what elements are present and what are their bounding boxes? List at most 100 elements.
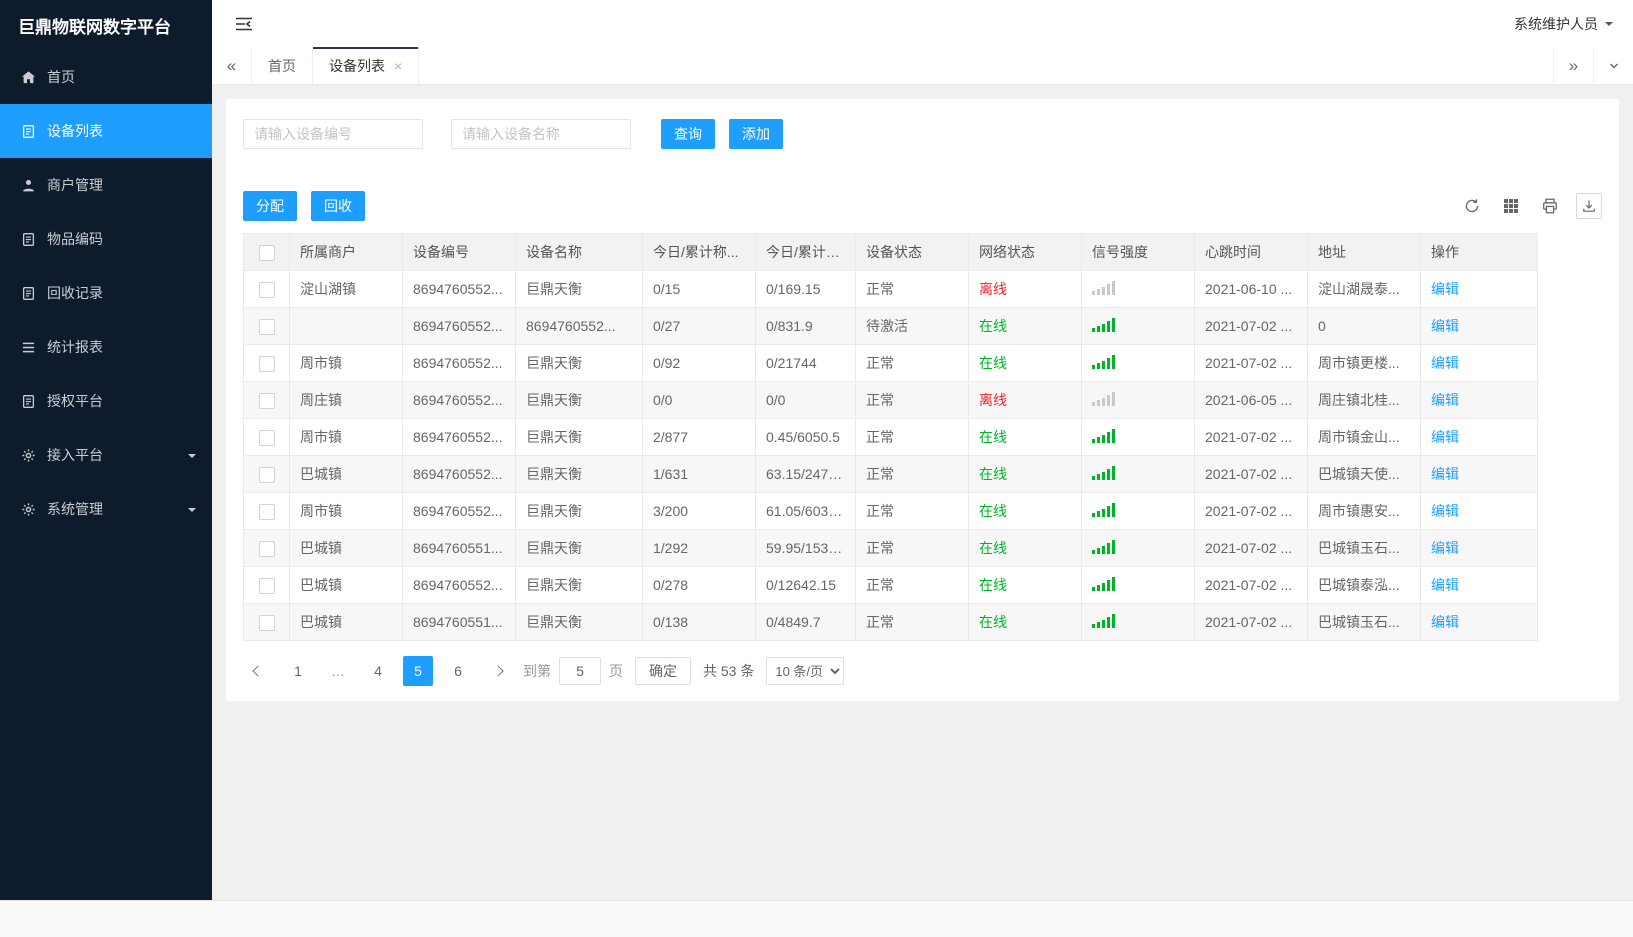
cell-merchant: 巴城镇	[289, 455, 403, 493]
row-checkbox[interactable]	[258, 466, 275, 483]
signal-strength-icon	[1092, 576, 1115, 591]
page-jump-input[interactable]	[559, 657, 601, 685]
user-menu[interactable]: 系统维护人员	[1514, 14, 1613, 34]
query-button[interactable]: 查询	[661, 119, 715, 149]
signal-strength-icon	[1092, 280, 1115, 295]
cell-today-weight: 0/169.15	[755, 270, 856, 308]
cell-signal	[1081, 344, 1195, 382]
record-document-icon	[20, 285, 36, 301]
assign-button[interactable]: 分配	[243, 191, 297, 221]
cell-today-count: 0/15	[642, 270, 756, 308]
edit-link[interactable]: 编辑	[1431, 577, 1459, 593]
cell-signal	[1081, 381, 1195, 419]
edit-link[interactable]: 编辑	[1431, 318, 1459, 334]
column-header: 地址	[1307, 233, 1421, 271]
row-checkbox[interactable]	[258, 577, 275, 594]
chevron-down-icon	[188, 453, 196, 462]
add-button[interactable]: 添加	[729, 119, 783, 149]
edit-link[interactable]: 编辑	[1431, 429, 1459, 445]
edit-link[interactable]: 编辑	[1431, 614, 1459, 630]
table-row: 周庄镇 8694760552... 巨鼎天衡 0/0 0/0 正常 离线 2021-06-05…	[243, 381, 1538, 419]
device-name-input[interactable]	[451, 119, 631, 149]
cell-device-status: 正常	[855, 529, 969, 567]
tabs-dropdown-button[interactable]	[1593, 47, 1633, 84]
filter-columns-icon[interactable]	[1498, 193, 1524, 219]
row-checkbox[interactable]	[258, 540, 275, 557]
recycle-button[interactable]: 回收	[311, 191, 365, 221]
bottom-scrollbar-strip	[0, 900, 1633, 937]
device-no-input[interactable]	[243, 119, 423, 149]
cell-merchant: 淀山湖镇	[289, 270, 403, 308]
cell-network-status: 在线	[968, 529, 1082, 567]
cell-signal	[1081, 307, 1195, 345]
user-icon	[20, 177, 36, 193]
sidebar-item-label: 首页	[47, 69, 75, 85]
edit-link[interactable]: 编辑	[1431, 392, 1459, 408]
cell-device-no: 8694760552...	[402, 418, 516, 456]
edit-link[interactable]: 编辑	[1431, 355, 1459, 371]
row-checkbox[interactable]	[258, 614, 275, 631]
close-icon[interactable]: ×	[394, 59, 402, 73]
sidebar-item-home[interactable]: 首页	[0, 50, 212, 104]
signal-strength-icon	[1092, 539, 1115, 554]
cell-merchant: 巴城镇	[289, 566, 403, 604]
cell-heartbeat: 2021-06-05 ...	[1194, 381, 1308, 419]
tabs-scroll-left-button[interactable]: «	[212, 47, 252, 84]
sidebar-item-access-platform[interactable]: 接入平台	[0, 428, 212, 482]
toolbar-left: 分配 回收	[243, 191, 365, 221]
sidebar-item-auth-platform[interactable]: 授权平台	[0, 374, 212, 428]
row-checkbox[interactable]	[258, 355, 275, 372]
sidebar-toggle-icon[interactable]	[232, 12, 256, 36]
sidebar-item-recycle-records[interactable]: 回收记录	[0, 266, 212, 320]
sidebar-item-item-code[interactable]: 物品编码	[0, 212, 212, 266]
sidebar-item-label: 商户管理	[47, 177, 103, 193]
cell-address: 巴城镇天使...	[1307, 455, 1421, 493]
row-checkbox[interactable]	[258, 429, 275, 446]
tab-label: 首页	[268, 57, 296, 74]
cell-today-weight: 0/831.9	[755, 307, 856, 345]
cell-address: 巴城镇泰泓...	[1307, 566, 1421, 604]
page-button-4[interactable]: 4	[363, 656, 393, 686]
sidebar-item-statistics-report[interactable]: 统计报表	[0, 320, 212, 374]
cell-signal	[1081, 603, 1195, 641]
page-button-1[interactable]: 1	[283, 656, 313, 686]
edit-link[interactable]: 编辑	[1431, 281, 1459, 297]
select-all-checkbox[interactable]	[258, 244, 275, 261]
row-checkbox[interactable]	[258, 392, 275, 409]
row-checkbox[interactable]	[258, 503, 275, 520]
sidebar-item-system-management[interactable]: 系统管理	[0, 482, 212, 536]
page-unit-label: 页	[609, 663, 623, 679]
row-checkbox[interactable]	[258, 281, 275, 298]
export-icon[interactable]	[1576, 193, 1602, 219]
cell-heartbeat: 2021-06-10 ...	[1194, 270, 1308, 308]
edit-link[interactable]: 编辑	[1431, 466, 1459, 482]
sidebar-item-merchant-management[interactable]: 商户管理	[0, 158, 212, 212]
cell-device-name: 巨鼎天衡	[515, 529, 643, 567]
cell-today-count: 2/877	[642, 418, 756, 456]
edit-link[interactable]: 编辑	[1431, 540, 1459, 556]
refresh-icon[interactable]	[1459, 193, 1485, 219]
prev-page-button[interactable]	[243, 656, 273, 686]
cell-device-name: 巨鼎天衡	[515, 603, 643, 641]
row-checkbox[interactable]	[258, 318, 275, 335]
signal-strength-icon	[1092, 613, 1115, 628]
table-row: 周市镇 8694760552... 巨鼎天衡 3/200 61.05/6038.1 正常在…	[243, 492, 1538, 530]
edit-link[interactable]: 编辑	[1431, 503, 1459, 519]
page-button-5-active[interactable]: 5	[403, 656, 433, 686]
next-page-button[interactable]	[483, 656, 513, 686]
cell-device-status: 正常	[855, 492, 969, 530]
tabs-scroll-right-button[interactable]: »	[1553, 47, 1593, 84]
cell-device-no: 8694760551...	[402, 603, 516, 641]
page-button-6[interactable]: 6	[443, 656, 473, 686]
print-icon[interactable]	[1537, 193, 1563, 219]
column-header: 所属商户	[289, 233, 403, 271]
page-size-select[interactable]: 10 条/页	[766, 657, 845, 685]
cell-address: 巴城镇玉石...	[1307, 529, 1421, 567]
tab-home[interactable]: 首页	[252, 47, 313, 84]
table-row: 巴城镇 8694760551... 巨鼎天衡 1/292 59.95/15382... 正…	[243, 529, 1538, 567]
device-list-card: 查询 添加 分配 回收	[226, 99, 1619, 701]
cell-action: 编辑	[1420, 529, 1538, 567]
sidebar-item-device-list[interactable]: 设备列表	[0, 104, 212, 158]
tab-device-list[interactable]: 设备列表 ×	[313, 47, 420, 84]
confirm-button[interactable]: 确定	[635, 657, 691, 685]
